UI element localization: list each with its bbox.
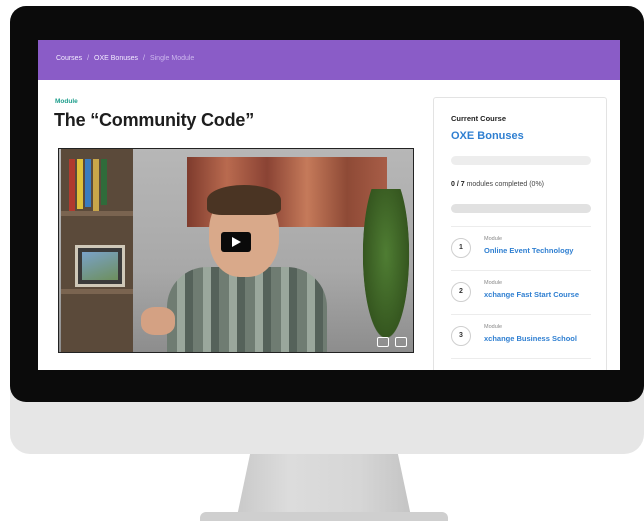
video-person-hand (141, 307, 175, 335)
divider (451, 226, 591, 227)
breadcrumb: Courses / OXE Bonuses / Single Module (56, 55, 194, 62)
course-name-link[interactable]: OXE Bonuses (451, 130, 524, 142)
module-label: Module (484, 324, 503, 330)
video-plant (359, 189, 413, 352)
breadcrumb-separator: / (143, 55, 145, 62)
module-label: Module (484, 280, 503, 286)
fullscreen-icon[interactable] (395, 337, 407, 347)
progress-bar (451, 204, 591, 213)
video-bookshelf (61, 149, 133, 352)
progress-suffix: modules completed (0%) (466, 181, 545, 188)
divider (451, 270, 591, 271)
divider (451, 358, 591, 359)
breadcrumb-bonuses[interactable]: OXE Bonuses (94, 55, 138, 62)
module-title[interactable]: xchange Business School (484, 334, 577, 343)
breadcrumb-courses[interactable]: Courses (56, 55, 82, 62)
module-type-label: Module (55, 98, 78, 105)
play-icon[interactable] (221, 232, 251, 252)
progress-count: 0 / 7 (451, 181, 465, 188)
monitor-stand (236, 454, 412, 521)
module-title[interactable]: xchange Fast Start Course (484, 290, 579, 299)
module-label: Module (484, 236, 503, 242)
progress-text: 0 / 7 modules completed (0%) (451, 181, 544, 188)
course-card: Current Course OXE Bonuses 0 / 7 modules… (433, 97, 607, 370)
module-number: 3 (451, 326, 471, 346)
video-person-hair (207, 185, 281, 215)
divider (451, 314, 591, 315)
breadcrumb-current: Single Module (149, 55, 195, 62)
monitor-stand-base (200, 512, 448, 521)
module-title[interactable]: Online Event Technology (484, 246, 573, 255)
card-heading: Current Course (451, 114, 507, 123)
module-number: 2 (451, 282, 471, 302)
module-number: 1 (451, 238, 471, 258)
screen: Courses / OXE Bonuses / Single Module Module… (38, 40, 620, 370)
video-controls (377, 337, 407, 347)
page-title: The “Community Code” (54, 110, 255, 130)
placeholder-bar (451, 156, 591, 165)
captions-icon[interactable] (377, 337, 389, 347)
top-bar: Courses / OXE Bonuses / Single Module (38, 40, 620, 80)
video-person-body (167, 267, 327, 352)
video-player[interactable] (58, 148, 414, 353)
breadcrumb-separator: / (87, 55, 90, 62)
